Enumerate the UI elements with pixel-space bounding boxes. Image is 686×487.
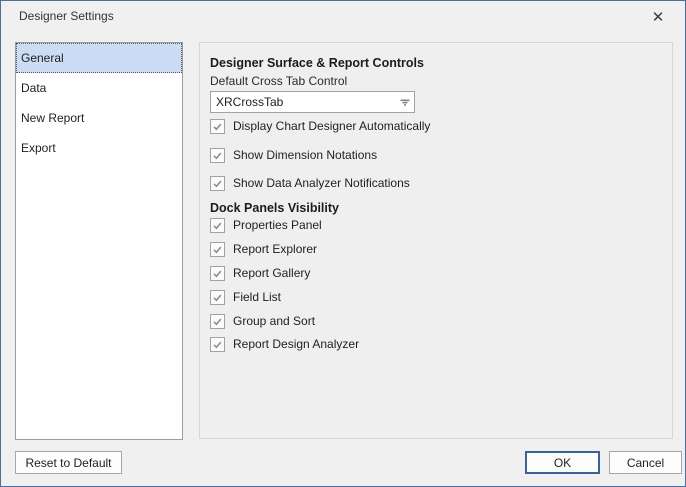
sidebar-item-label: New Report [21, 111, 85, 125]
checkbox-checked-icon [210, 241, 225, 257]
default-cross-tab-label: Default Cross Tab Control [210, 74, 348, 88]
checkbox-show-dimension-notations[interactable]: Show Dimension Notations [210, 147, 377, 163]
checkbox-label: Report Design Analyzer [233, 337, 360, 351]
checkbox-label: Show Dimension Notations [233, 148, 378, 162]
checkbox-checked-icon [210, 118, 225, 134]
checkbox-checked-icon [210, 147, 225, 163]
designer-settings-dialog: Designer Settings ✕ General Data New Rep… [0, 0, 686, 487]
sidebar-item-data[interactable]: Data [16, 73, 182, 103]
checkbox-display-chart-designer[interactable]: Display Chart Designer Automatically [210, 118, 430, 134]
settings-category-list: General Data New Report Export [15, 42, 183, 440]
checkbox-checked-icon [210, 313, 225, 329]
sidebar-item-label: General [21, 51, 64, 65]
checkbox-label: Display Chart Designer Automatically [233, 119, 431, 133]
ok-button[interactable]: OK [525, 451, 600, 474]
checkbox-label: Report Gallery [233, 266, 311, 280]
chevron-down-icon[interactable] [396, 99, 414, 106]
checkbox-show-data-analyzer-notifications[interactable]: Show Data Analyzer Notifications [210, 175, 410, 191]
checkbox-properties-panel[interactable]: Properties Panel [210, 217, 322, 233]
section-heading-designer-surface: Designer Surface & Report Controls [210, 56, 424, 70]
cancel-button[interactable]: Cancel [609, 451, 682, 474]
checkbox-label: Field List [233, 290, 282, 304]
sidebar-item-label: Data [21, 81, 47, 95]
section-heading-dock-panels: Dock Panels Visibility [210, 201, 339, 215]
checkbox-label: Group and Sort [233, 314, 316, 328]
checkbox-label: Properties Panel [233, 218, 322, 232]
sidebar-item-export[interactable]: Export [16, 133, 182, 163]
sidebar-item-label: Export [21, 141, 56, 155]
checkbox-checked-icon [210, 265, 225, 281]
combobox-value: XRCrossTab [216, 95, 284, 109]
checkbox-checked-icon [210, 175, 225, 191]
general-settings-panel: Designer Surface & Report Controls Defau… [199, 42, 673, 439]
reset-to-default-button[interactable]: Reset to Default [15, 451, 122, 474]
checkbox-report-explorer[interactable]: Report Explorer [210, 241, 317, 257]
checkbox-checked-icon [210, 289, 225, 305]
dialog-title: Designer Settings [19, 9, 114, 23]
checkbox-checked-icon [210, 217, 225, 233]
default-cross-tab-combobox[interactable]: XRCrossTab [210, 91, 415, 113]
checkbox-label: Show Data Analyzer Notifications [233, 176, 410, 190]
sidebar-item-new-report[interactable]: New Report [16, 103, 182, 133]
checkbox-label: Report Explorer [233, 242, 318, 256]
title-bar: Designer Settings ✕ [1, 1, 685, 32]
checkbox-field-list[interactable]: Field List [210, 289, 281, 305]
checkbox-checked-icon [210, 336, 225, 352]
checkbox-report-design-analyzer[interactable]: Report Design Analyzer [210, 336, 359, 352]
close-icon[interactable]: ✕ [646, 5, 670, 29]
checkbox-report-gallery[interactable]: Report Gallery [210, 265, 310, 281]
checkbox-group-and-sort[interactable]: Group and Sort [210, 313, 315, 329]
sidebar-item-general[interactable]: General [16, 43, 182, 73]
